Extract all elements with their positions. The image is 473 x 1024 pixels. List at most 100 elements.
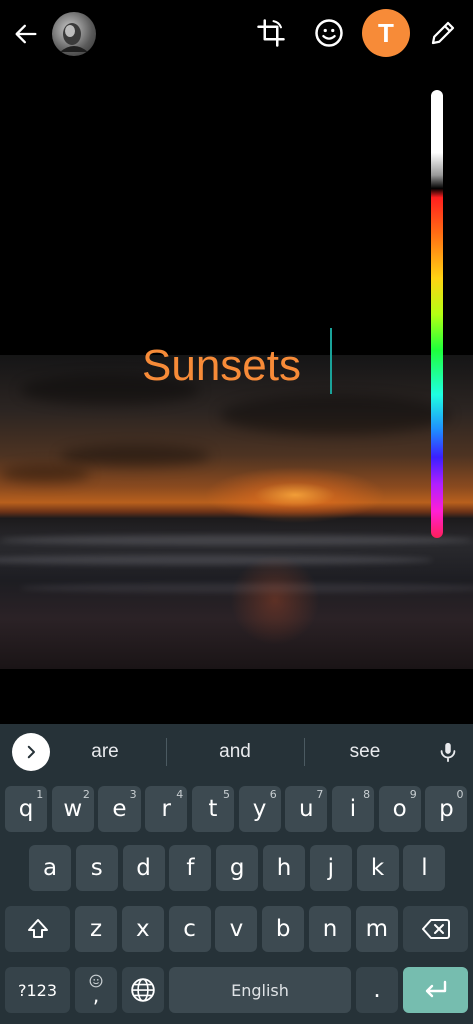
key-m[interactable]: m (355, 906, 398, 952)
key-label: c (183, 916, 196, 942)
key-r[interactable]: r4 (145, 786, 188, 832)
sun-reflection (230, 555, 320, 645)
key-label: s (90, 855, 103, 881)
key-o[interactable]: o9 (378, 786, 421, 832)
key-hint: 0 (456, 788, 464, 801)
keyboard: are and see q1w2e3r4t5y6u7i8o9p0 asdfghj… (0, 724, 473, 1024)
suggestion-1[interactable]: are (60, 734, 150, 770)
key-label: q (18, 796, 34, 822)
key-label: r (161, 796, 171, 822)
key-label: a (42, 855, 58, 881)
key-label: y (252, 796, 267, 822)
text-cursor (330, 328, 332, 394)
suggestion-divider (166, 738, 167, 766)
suggestion-strip: are and see (0, 724, 473, 780)
key-n[interactable]: n (309, 906, 351, 952)
key-i[interactable]: i8 (331, 786, 375, 832)
key-e[interactable]: e3 (98, 786, 141, 832)
back-button[interactable] (8, 16, 44, 52)
crop-rotate-icon (257, 19, 285, 47)
key-label: f (186, 855, 195, 881)
key-label: i (349, 796, 357, 822)
key-t[interactable]: t5 (191, 786, 234, 832)
space-key[interactable]: English (169, 967, 351, 1013)
draw-button[interactable] (424, 14, 462, 52)
key-label: z (89, 916, 103, 942)
enter-icon (425, 980, 446, 998)
text-tool-button[interactable]: T (362, 9, 410, 57)
cloud-shape (0, 465, 90, 483)
crop-rotate-button[interactable] (252, 14, 290, 52)
key-label: o (392, 796, 407, 822)
comma-label: , (92, 983, 100, 1007)
editor-toolbar: T (0, 0, 473, 68)
shift-key[interactable] (5, 906, 70, 952)
key-a[interactable]: a (29, 845, 71, 891)
key-f[interactable]: f (169, 845, 212, 891)
key-label: j (327, 855, 334, 881)
color-picker-slider[interactable] (431, 90, 443, 538)
avatar[interactable] (52, 12, 96, 56)
back-arrow-icon (15, 24, 37, 44)
backspace-icon (421, 919, 450, 939)
wave-line (0, 555, 433, 565)
key-label: e (112, 796, 127, 822)
key-hint: 9 (409, 788, 417, 801)
key-c[interactable]: c (168, 906, 211, 952)
key-x[interactable]: x (121, 906, 164, 952)
backspace-key[interactable] (403, 906, 468, 952)
overlay-text[interactable]: Sunsets (142, 338, 301, 394)
key-g[interactable]: g (216, 845, 259, 891)
sunset-photo[interactable] (0, 355, 473, 669)
key-w[interactable]: w2 (51, 786, 94, 832)
key-label: n (322, 916, 338, 942)
key-u[interactable]: u7 (285, 786, 328, 832)
suggestion-2[interactable]: and (190, 734, 280, 770)
key-hint: 1 (36, 788, 44, 801)
pencil-icon (431, 21, 455, 45)
key-y[interactable]: y6 (238, 786, 281, 832)
key-q[interactable]: q1 (5, 786, 48, 832)
voice-input-button[interactable] (430, 734, 466, 770)
key-hint: 5 (222, 788, 230, 801)
symbols-key[interactable]: ?123 (5, 967, 70, 1013)
key-hint: 6 (269, 788, 277, 801)
avatar-image (60, 23, 88, 52)
language-key[interactable] (122, 967, 164, 1013)
key-label: g (229, 855, 245, 881)
key-l[interactable]: l (403, 845, 446, 891)
enter-key[interactable] (403, 967, 468, 1013)
key-label: h (276, 855, 292, 881)
key-label: l (421, 855, 428, 881)
key-hint: 7 (316, 788, 324, 801)
key-k[interactable]: k (356, 845, 399, 891)
chevron-right-icon (27, 745, 35, 759)
globe-icon (131, 978, 155, 1002)
mic-icon (440, 742, 456, 763)
key-h[interactable]: h (263, 845, 305, 891)
key-d[interactable]: d (122, 845, 165, 891)
cloud-shape (60, 445, 210, 467)
suggestion-3[interactable]: see (320, 734, 410, 770)
key-label: d (136, 855, 151, 881)
key-label: v (229, 916, 244, 942)
period-key[interactable]: . (356, 967, 398, 1013)
key-v[interactable]: v (215, 906, 258, 952)
cloud-shape (220, 395, 450, 435)
key-b[interactable]: b (262, 906, 305, 952)
emoji-button[interactable] (310, 14, 348, 52)
key-p[interactable]: p0 (425, 786, 468, 832)
key-label: p (439, 796, 454, 822)
key-hint: 4 (176, 788, 184, 801)
key-j[interactable]: j (309, 845, 352, 891)
key-label: k (370, 855, 385, 881)
key-hint: 3 (129, 788, 137, 801)
emoji-icon (315, 19, 343, 47)
emoji-comma-key[interactable]: , (75, 967, 117, 1013)
key-s[interactable]: s (75, 845, 118, 891)
key-label: b (275, 916, 291, 942)
key-z[interactable]: z (75, 906, 117, 952)
key-hint: 8 (363, 788, 371, 801)
expand-toolbar-button[interactable] (12, 733, 50, 771)
key-label: w (63, 796, 83, 822)
